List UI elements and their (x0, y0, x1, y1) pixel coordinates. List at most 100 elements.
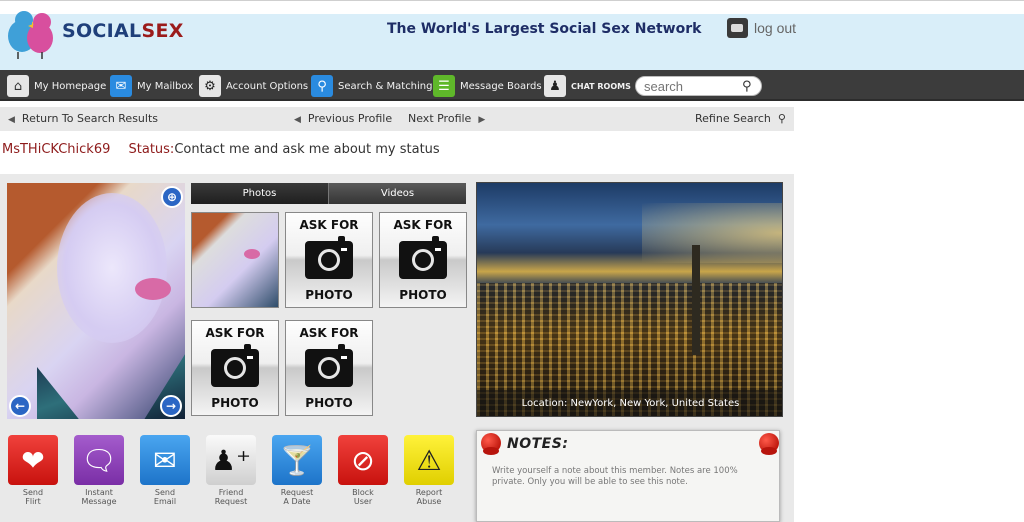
notes-card[interactable]: NOTES: Write yourself a note about this … (476, 430, 780, 522)
photo-label: PHOTO (399, 288, 447, 302)
action-label: Report Abuse (415, 488, 443, 506)
ask-for-label: ASK FOR (299, 326, 359, 340)
photo-label: PHOTO (305, 288, 353, 302)
camera-icon (305, 344, 353, 387)
action-label: Instant Message (81, 488, 117, 506)
status-text: Contact me and ask me about my status (174, 142, 440, 157)
logo-text-sex: SEX (141, 20, 184, 42)
zoom-in-icon[interactable]: ⊕ (161, 186, 183, 208)
previous-profile-link[interactable]: ◀ Previous Profile (294, 112, 392, 125)
photo-lips-shape (135, 278, 171, 300)
report-abuse-button[interactable]: ⚠ Report Abuse (403, 435, 455, 506)
next-photo-arrow-icon[interactable]: → (160, 395, 182, 417)
photo-thumbnail[interactable] (191, 212, 279, 308)
ask-for-photo-button[interactable]: ASK FOR PHOTO (379, 212, 467, 308)
thumb-lips-shape (244, 249, 260, 259)
home-icon: ⌂ (7, 75, 29, 97)
header: SOCIALSEX The World's Largest Social Sex… (0, 11, 1024, 70)
warning-icon: ⚠ (404, 435, 454, 485)
tab-photos[interactable]: Photos (191, 183, 329, 204)
location-photo: Location: NewYork, New York, United Stat… (476, 182, 783, 417)
photo-sky-glow (642, 203, 782, 263)
pushpin-icon (759, 433, 779, 455)
media-tabs: Photos Videos (191, 183, 466, 204)
instant-message-button[interactable]: 🗨 Instant Message (73, 435, 125, 506)
logo-text-social: SOCIAL (62, 20, 142, 42)
nav-label: My Homepage (34, 80, 107, 92)
nav-item-chat-rooms[interactable]: ♟ CHAT ROOMS (544, 74, 631, 98)
nav-item-account-options[interactable]: ⚙ Account Options (199, 74, 308, 98)
profile-subnav: ◀ Return To Search Results ◀ Previous Pr… (0, 107, 794, 131)
ask-for-photo-button[interactable]: ASK FOR PHOTO (285, 212, 373, 308)
heart-icon: ❤ (8, 435, 58, 485)
previous-profile-label: Previous Profile (307, 112, 393, 125)
search-magnifier-icon: ⚲ (311, 75, 333, 97)
nav-label: CHAT ROOMS (571, 81, 631, 91)
next-profile-link[interactable]: Next Profile ▶ (408, 112, 485, 125)
logout-icon (727, 18, 748, 38)
main-nav: ⌂ My Homepage ✉ My Mailbox ⚙ Account Opt… (0, 70, 1024, 101)
refine-search-link[interactable]: Refine Search ⚲ (695, 112, 786, 125)
tab-videos[interactable]: Videos (329, 183, 466, 204)
profile-header: MsTHiCKChick69 Status:Contact me and ask… (2, 142, 440, 157)
cocktail-icon: 🍸 (272, 435, 322, 485)
search-box: ⚲ (635, 76, 762, 96)
action-label: Request A Date (280, 488, 314, 506)
arrow-left-icon: ◀ (8, 115, 15, 125)
nav-label: Search & Matching (338, 80, 433, 92)
gears-icon: ⚙ (199, 75, 221, 97)
action-label: Send Flirt (22, 488, 44, 506)
nav-item-message-boards[interactable]: ☰ Message Boards (433, 74, 542, 98)
ask-for-photo-button[interactable]: ASK FOR PHOTO (285, 320, 373, 416)
envelope-icon: ✉ (140, 435, 190, 485)
main-profile-photo[interactable]: ⊕ ← → (7, 183, 185, 419)
camera-icon (305, 236, 353, 279)
notes-title: NOTES: (507, 436, 569, 452)
search-input[interactable] (644, 78, 740, 94)
previous-photo-arrow-icon[interactable]: ← (9, 395, 31, 417)
action-buttons: ❤ Send Flirt 🗨 Instant Message ✉ Send Email… (7, 435, 467, 515)
return-to-search-label: Return To Search Results (21, 112, 159, 125)
logout-label: log out (754, 20, 797, 36)
camera-icon (399, 236, 447, 279)
nav-label: Account Options (226, 80, 309, 92)
return-to-search-link[interactable]: ◀ Return To Search Results (8, 112, 158, 125)
location-caption: Location: NewYork, New York, United Stat… (477, 390, 782, 416)
pushpin-icon (481, 433, 501, 455)
photo-label: PHOTO (211, 396, 259, 410)
ask-for-label: ASK FOR (205, 326, 265, 340)
arrow-left-icon: ◀ (294, 115, 301, 125)
speech-bubble-icon: 🗨 (74, 435, 124, 485)
block-icon: ⊘ (338, 435, 388, 485)
people-icon: ♟ (544, 75, 566, 97)
search-icon[interactable]: ⚲ (742, 79, 752, 94)
nav-item-my-homepage[interactable]: ⌂ My Homepage (7, 74, 106, 98)
send-flirt-button[interactable]: ❤ Send Flirt (7, 435, 59, 506)
logo-text[interactable]: SOCIALSEX (62, 20, 184, 42)
photo-label: PHOTO (305, 396, 353, 410)
friend-request-button[interactable]: ♟⁺ Friend Request (205, 435, 257, 506)
nav-label: Message Boards (460, 80, 542, 92)
nav-item-my-mailbox[interactable]: ✉ My Mailbox (110, 74, 193, 98)
add-friend-icon: ♟⁺ (206, 435, 256, 485)
action-label: Friend Request (214, 488, 248, 506)
list-icon: ☰ (433, 75, 455, 97)
request-a-date-button[interactable]: 🍸 Request A Date (271, 435, 323, 506)
nav-item-search-matching[interactable]: ⚲ Search & Matching (311, 74, 433, 98)
tagline: The World's Largest Social Sex Network (387, 21, 702, 37)
photo-face-shape (57, 193, 167, 343)
logout-button[interactable]: log out (727, 18, 796, 38)
logo-birds-icon[interactable] (2, 4, 62, 62)
block-user-button[interactable]: ⊘ Block User (337, 435, 389, 506)
refine-search-label: Refine Search (695, 112, 771, 125)
ask-for-photo-button[interactable]: ASK FOR PHOTO (191, 320, 279, 416)
send-email-button[interactable]: ✉ Send Email (139, 435, 191, 506)
camera-icon (211, 344, 259, 387)
action-label: Send Email (153, 488, 177, 506)
username: MsTHiCKChick69 (2, 142, 111, 157)
magnifier-icon: ⚲ (777, 112, 786, 125)
next-profile-label: Next Profile (408, 112, 472, 125)
mail-icon: ✉ (110, 75, 132, 97)
profile-panel: ⊕ ← → Photos Videos ASK FOR PHOTO ASK FO… (0, 174, 794, 522)
photo-building-spire (692, 245, 700, 355)
